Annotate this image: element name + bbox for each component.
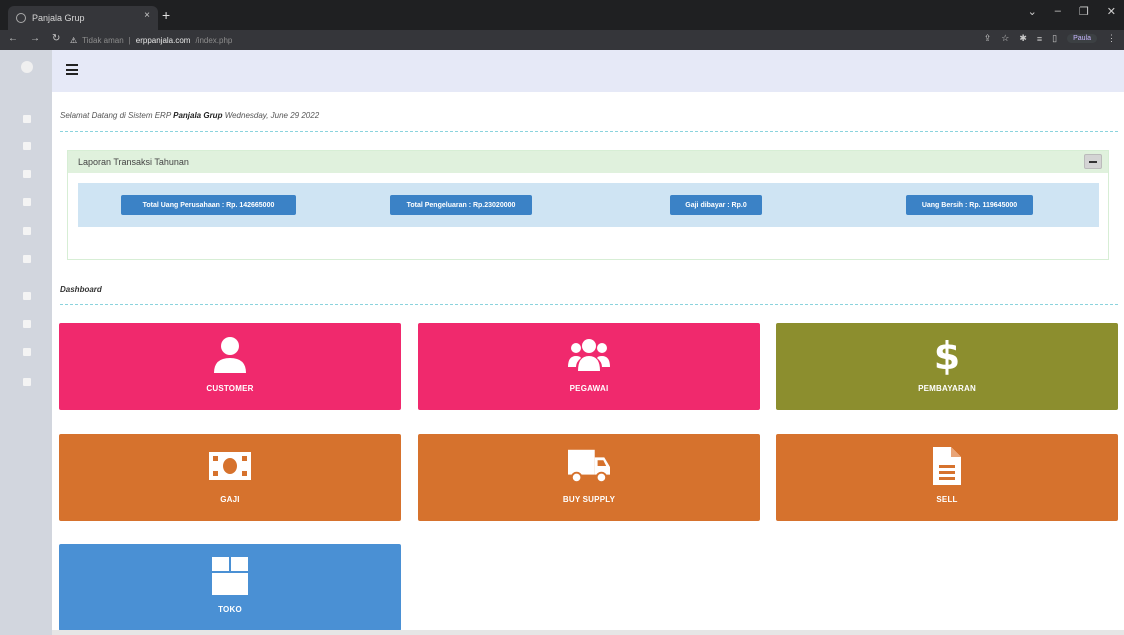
money-bill-icon <box>209 446 251 486</box>
sidebar-card-icon[interactable] <box>23 292 31 300</box>
minimize-icon[interactable]: – <box>1055 5 1061 18</box>
tile-pembayaran[interactable]: $ PEMBAYARAN <box>776 323 1118 410</box>
url-host: erppanjala.com <box>135 35 191 45</box>
window-controls: ⌄ – ❐ ✕ <box>1028 5 1116 18</box>
sidebar-user-icon[interactable] <box>23 170 31 178</box>
forward-icon[interactable]: → <box>30 33 40 44</box>
divider <box>60 131 1118 132</box>
sidebar-exit-icon[interactable] <box>23 348 31 356</box>
url-warning-text: Tidak aman <box>82 35 124 45</box>
horizontal-scrollbar[interactable] <box>52 630 1124 635</box>
share-icon[interactable]: ⇪ <box>984 33 992 44</box>
favicon-icon <box>16 13 26 23</box>
sidebar-dashboard-icon[interactable] <box>23 115 31 123</box>
tile-customer[interactable]: CUSTOMER <box>59 323 401 410</box>
panel-title: Laporan Transaksi Tahunan <box>78 157 189 167</box>
tile-gaji[interactable]: GAJI <box>59 434 401 521</box>
menu-dots-icon[interactable]: ⋮ <box>1107 33 1116 44</box>
total-expense-pill: Total Pengeluaran : Rp.23020000 <box>390 195 532 215</box>
dollar-icon: $ <box>926 335 968 375</box>
restore-icon[interactable]: ❐ <box>1079 5 1089 18</box>
sidebar-file-icon[interactable] <box>23 255 31 263</box>
tile-label: BUY SUPPLY <box>562 495 616 504</box>
annual-report-panel: Laporan Transaksi Tahunan Total Uang Per… <box>67 150 1109 260</box>
net-money-pill: Uang Bersih : Rp. 119645000 <box>906 195 1033 215</box>
tile-toko[interactable]: TOKO <box>59 544 401 631</box>
welcome-date: Wednesday, June 29 2022 <box>224 111 320 120</box>
url-divider: | <box>128 35 131 45</box>
sidebar-bag-icon[interactable] <box>23 198 31 206</box>
tile-label: TOKO <box>218 605 242 614</box>
url-field[interactable]: ⚠ Tidak aman | erppanjala.com/index.php <box>70 33 1030 47</box>
puzzle-icon[interactable]: ✱ <box>1019 33 1027 44</box>
company-name: Panjala Grup <box>173 111 223 120</box>
sidebar-gear-icon[interactable] <box>23 378 31 386</box>
total-company-money-pill: Total Uang Perusahaan : Rp. 142665000 <box>121 195 296 215</box>
close-icon[interactable]: ✕ <box>1107 5 1116 18</box>
tab-close-icon[interactable]: × <box>144 10 150 21</box>
tile-pegawai[interactable]: PEGAWAI <box>418 323 760 410</box>
salary-paid-pill: Gaji dibayar : Rp.0 <box>670 195 762 215</box>
box-icon <box>209 556 251 596</box>
hamburger-menu-icon[interactable] <box>66 64 78 75</box>
tile-buy-supply[interactable]: BUY SUPPLY <box>418 434 760 521</box>
warning-icon: ⚠ <box>70 35 78 45</box>
profile-button[interactable]: Paula <box>1067 34 1097 43</box>
sidebar-building-icon[interactable] <box>23 142 31 150</box>
tile-label: PEMBAYARAN <box>918 384 976 393</box>
svg-text:$: $ <box>934 335 960 375</box>
sidebar-report-icon[interactable] <box>23 320 31 328</box>
tab-title: Panjala Grup <box>32 13 85 23</box>
back-icon[interactable]: ← <box>8 33 18 44</box>
tile-label: PEGAWAI <box>569 384 609 393</box>
welcome-prefix: Selamat Datang di Sistem ERP <box>60 111 171 120</box>
panel-header: Laporan Transaksi Tahunan <box>68 151 1108 173</box>
summary-row: Total Uang Perusahaan : Rp. 142665000 To… <box>78 183 1099 227</box>
users-icon <box>568 335 610 375</box>
minus-icon <box>1089 160 1097 163</box>
browser-tab[interactable]: Panjala Grup × <box>8 6 158 30</box>
welcome-text: Selamat Datang di Sistem ERP Panjala Gru… <box>60 111 319 120</box>
collapse-button[interactable] <box>1084 154 1102 169</box>
star-icon[interactable]: ☆ <box>1001 33 1009 44</box>
nav-buttons: ← → ↻ <box>8 33 60 44</box>
reload-icon[interactable]: ↻ <box>52 33 60 44</box>
url-path: /index.php <box>195 35 233 45</box>
chevron-down-icon[interactable]: ⌄ <box>1028 5 1037 18</box>
top-header <box>52 50 1124 92</box>
browser-extensions: ⇪ ☆ ✱ ≡ ▯ Paula ⋮ <box>984 33 1116 44</box>
sidepanel-icon[interactable]: ▯ <box>1052 33 1057 44</box>
tile-label: CUSTOMER <box>206 384 254 393</box>
list-icon[interactable]: ≡ <box>1037 34 1042 44</box>
tile-label: SELL <box>936 495 958 504</box>
tile-label: GAJI <box>220 495 240 504</box>
new-tab-button[interactable]: + <box>162 6 170 24</box>
browser-tab-bar: Panjala Grup × + ⌄ – ❐ ✕ <box>0 0 1124 30</box>
truck-icon <box>568 446 610 486</box>
dashboard-title: Dashboard <box>60 285 102 294</box>
divider <box>60 304 1118 305</box>
sidebar-truck-icon[interactable] <box>23 227 31 235</box>
user-icon <box>209 335 251 375</box>
file-icon <box>926 446 968 486</box>
app-sidebar <box>0 50 52 635</box>
address-bar: ← → ↻ ⚠ Tidak aman | erppanjala.com/inde… <box>0 30 1124 50</box>
logo-icon[interactable] <box>21 61 33 73</box>
tile-sell[interactable]: SELL <box>776 434 1118 521</box>
